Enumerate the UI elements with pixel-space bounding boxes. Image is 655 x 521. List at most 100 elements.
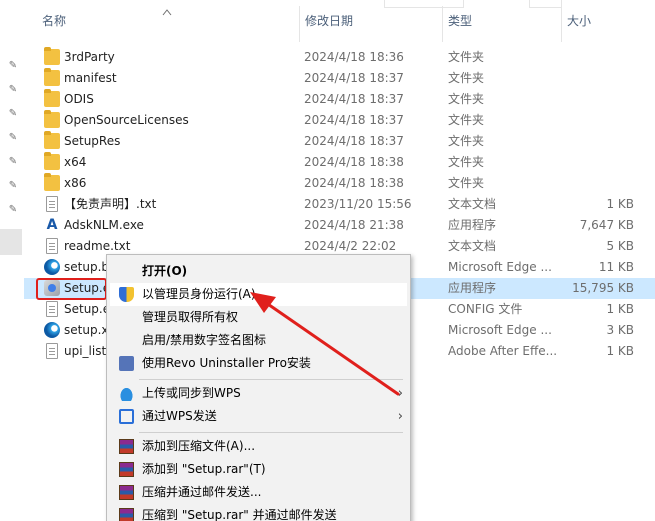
menu-item-label: 添加到压缩文件(A)... (142, 439, 256, 453)
autodesk-icon: A (46, 217, 58, 233)
menu-item-wps-send[interactable]: 通过WPS发送 › (110, 405, 407, 428)
file-type: 文件夹 (448, 92, 485, 106)
column-date-modified[interactable]: 修改日期 (299, 0, 353, 42)
file-name: AdskNLM.exe (64, 218, 144, 232)
file-name: ODIS (64, 92, 94, 106)
winrar-icon (119, 508, 134, 521)
winrar-icon (119, 485, 134, 500)
file-type: 文件夹 (448, 155, 485, 169)
menu-item-wps-sync[interactable]: 上传或同步到WPS › (110, 382, 407, 405)
pin-icon[interactable]: ✎ (7, 108, 19, 120)
file-type: Microsoft Edge ... (448, 260, 552, 274)
file-row-setupres[interactable]: SetupRes 2024/4/18 18:37 文件夹 (24, 131, 655, 152)
folder-icon (44, 131, 60, 149)
file-row-x86[interactable]: x86 2024/4/18 18:38 文件夹 (24, 173, 655, 194)
menu-separator (139, 432, 403, 433)
pin-icon[interactable]: ✎ (7, 204, 19, 216)
revo-uninstaller-icon (119, 356, 134, 371)
column-header: 名称 修改日期 类型 大小 (24, 0, 655, 42)
edge-icon (44, 322, 60, 338)
menu-item-label: 压缩并通过邮件发送... (142, 485, 262, 499)
file-date: 2024/4/18 18:38 (304, 155, 404, 169)
file-row-3rdparty[interactable]: 3rdParty 2024/4/18 18:36 文件夹 (24, 47, 655, 68)
folder-icon (44, 47, 60, 65)
text-file-icon (46, 343, 58, 359)
column-type[interactable]: 类型 (442, 0, 472, 42)
file-size: 1 KB (606, 302, 634, 316)
menu-item-label: 以管理员身份运行(A) (142, 287, 256, 301)
file-date: 2024/4/18 18:36 (304, 50, 404, 64)
file-name: Setup.e (64, 302, 111, 316)
file-row-opensourcelicenses[interactable]: OpenSourceLicenses 2024/4/18 18:37 文件夹 (24, 110, 655, 131)
menu-item-take-ownership[interactable]: 管理员取得所有权 (110, 306, 407, 329)
menu-item-revo-install[interactable]: 使用Revo Uninstaller Pro安装 (110, 352, 407, 375)
submenu-arrow-icon: › (397, 409, 403, 424)
folder-icon (44, 110, 60, 128)
pin-icon[interactable]: ✎ (7, 84, 19, 96)
text-file-icon (46, 238, 58, 254)
menu-item-add-to-setup-rar[interactable]: 添加到 "Setup.rar"(T) (110, 458, 407, 481)
file-row-disclaimer[interactable]: 【免责声明】.txt 2023/11/20 15:56 文本文档 1 KB (24, 194, 655, 215)
wps-cloud-icon (119, 386, 134, 401)
folder-icon (44, 68, 60, 86)
file-type: Adobe After Effe... (448, 344, 558, 358)
file-row-manifest[interactable]: manifest 2024/4/18 18:37 文件夹 (24, 68, 655, 89)
wps-share-icon (119, 409, 134, 424)
file-type: 文本文档 (448, 239, 497, 253)
file-size: 1 KB (606, 344, 634, 358)
file-date: 2024/4/18 21:38 (304, 218, 404, 232)
text-file-icon (46, 301, 58, 317)
menu-item-compress-setup-rar-email[interactable]: 压缩到 "Setup.rar" 并通过邮件发送 (110, 504, 407, 521)
file-row-adsknlm[interactable]: A AdskNLM.exe 2024/4/18 21:38 应用程序 7,647… (24, 215, 655, 236)
menu-separator (139, 379, 403, 380)
file-date: 2024/4/18 18:37 (304, 92, 404, 106)
file-size: 11 KB (598, 260, 634, 274)
file-type: 文件夹 (448, 113, 485, 127)
file-type: 文件夹 (448, 134, 485, 148)
folder-icon (44, 152, 60, 170)
file-row-x64[interactable]: x64 2024/4/18 18:38 文件夹 (24, 152, 655, 173)
menu-item-compress-email[interactable]: 压缩并通过邮件发送... (110, 481, 407, 504)
column-size[interactable]: 大小 (561, 0, 591, 42)
file-date: 2023/11/20 15:56 (304, 197, 412, 211)
folder-icon (44, 173, 60, 191)
pin-icon[interactable]: ✎ (7, 60, 19, 72)
winrar-icon (119, 439, 134, 454)
file-size: 1 KB (606, 197, 634, 211)
shield-icon (119, 287, 134, 302)
annotation-highlight-box (36, 278, 107, 300)
menu-item-label: 打开(O) (142, 264, 188, 278)
pin-icon[interactable]: ✎ (7, 132, 19, 144)
file-name: 3rdParty (64, 50, 115, 64)
file-type: 文本文档 (448, 197, 497, 211)
file-type: 文件夹 (448, 50, 485, 64)
file-name: setup.x (64, 323, 109, 337)
file-size: 3 KB (606, 323, 634, 337)
file-type: 文件夹 (448, 176, 485, 190)
pin-icon[interactable]: ✎ (7, 180, 19, 192)
menu-item-label: 添加到 "Setup.rar"(T) (142, 462, 266, 476)
header-frame (529, 0, 562, 8)
file-date: 2024/4/18 18:37 (304, 113, 404, 127)
file-name: x86 (64, 176, 87, 190)
file-row-odis[interactable]: ODIS 2024/4/18 18:37 文件夹 (24, 89, 655, 110)
menu-item-signature-icon[interactable]: 启用/禁用数字签名图标 (110, 329, 407, 352)
file-type: Microsoft Edge ... (448, 323, 552, 337)
menu-item-label: 管理员取得所有权 (142, 310, 239, 324)
menu-item-run-as-admin[interactable]: 以管理员身份运行(A) (110, 283, 407, 306)
file-date: 2024/4/18 18:37 (304, 71, 404, 85)
menu-item-label: 启用/禁用数字签名图标 (142, 333, 267, 347)
file-type: 文件夹 (448, 71, 485, 85)
submenu-arrow-icon: › (397, 386, 403, 401)
sort-ascending-icon (162, 9, 172, 16)
column-name[interactable]: 名称 (36, 0, 66, 42)
menu-item-open[interactable]: 打开(O) (110, 260, 407, 283)
text-file-icon (46, 196, 58, 212)
menu-item-add-to-archive[interactable]: 添加到压缩文件(A)... (110, 435, 407, 458)
pin-icon[interactable]: ✎ (7, 156, 19, 168)
file-date: 2024/4/18 18:38 (304, 176, 404, 190)
file-type: 应用程序 (448, 281, 497, 295)
file-name: manifest (64, 71, 117, 85)
context-menu: 打开(O) 以管理员身份运行(A) 管理员取得所有权 启用/禁用数字签名图标 使… (106, 254, 411, 521)
nav-selected-item[interactable] (0, 229, 22, 255)
